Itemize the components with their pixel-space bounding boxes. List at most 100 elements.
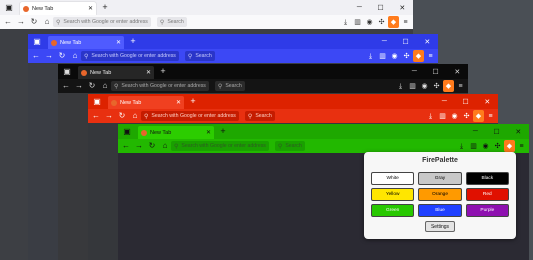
firepalette-icon[interactable]: ◆	[388, 16, 399, 28]
url-bar[interactable]: ⚲ Search with Google or enter address	[53, 17, 151, 27]
home-icon[interactable]: ⌂	[129, 110, 141, 122]
menu-icon[interactable]: ≡	[516, 140, 527, 152]
home-icon[interactable]: ⌂	[41, 16, 53, 28]
library-icon[interactable]: ▥	[407, 80, 418, 92]
new-tab-icon[interactable]: +	[187, 96, 199, 108]
menu-icon[interactable]: ≡	[455, 80, 466, 92]
account-icon[interactable]: ◉	[364, 16, 375, 28]
forward-icon[interactable]: →	[15, 16, 27, 28]
library-icon[interactable]: ▥	[377, 50, 388, 62]
tab-new-tab[interactable]: New Tab ✕	[48, 36, 124, 49]
tabs-list-icon[interactable]: ▣	[120, 126, 134, 138]
close-icon[interactable]: ✕	[424, 38, 430, 46]
reload-icon[interactable]: ↻	[28, 16, 40, 28]
close-icon[interactable]: ✕	[399, 4, 405, 12]
home-icon[interactable]: ⌂	[159, 140, 171, 152]
download-icon[interactable]: ⤓	[456, 140, 467, 152]
back-icon[interactable]: ←	[60, 80, 72, 92]
close-icon[interactable]: ✕	[454, 68, 460, 76]
close-icon[interactable]: ✕	[484, 98, 490, 106]
home-icon[interactable]: ⌂	[99, 80, 111, 92]
tab-new-tab[interactable]: New Tab ✕	[138, 126, 214, 139]
maximize-icon[interactable]: ☐	[493, 128, 499, 136]
tabs-list-icon[interactable]: ▣	[2, 2, 16, 14]
new-tab-icon[interactable]: +	[99, 2, 111, 14]
url-bar[interactable]: ⚲ Search with Google or enter address	[81, 51, 179, 61]
color-button-purple[interactable]: Purple	[465, 204, 509, 217]
tabs-list-icon[interactable]: ▣	[90, 96, 104, 108]
home-icon[interactable]: ⌂	[69, 50, 81, 62]
reload-icon[interactable]: ↻	[56, 50, 68, 62]
tab-new-tab[interactable]: New Tab ✕	[78, 66, 154, 79]
close-tab-icon[interactable]: ✕	[176, 99, 181, 106]
color-button-yellow[interactable]: Yellow	[371, 188, 415, 201]
color-button-white[interactable]: White	[371, 172, 415, 185]
firepalette-icon[interactable]: ◆	[443, 80, 454, 92]
color-button-blue[interactable]: Blue	[418, 204, 462, 217]
forward-icon[interactable]: →	[133, 140, 145, 152]
reload-icon[interactable]: ↻	[116, 110, 128, 122]
library-icon[interactable]: ▥	[468, 140, 479, 152]
search-box[interactable]: ⚲ Search	[156, 17, 187, 27]
tabs-list-icon[interactable]: ▣	[60, 66, 74, 78]
tabs-list-icon[interactable]: ▣	[30, 36, 44, 48]
new-tab-icon[interactable]: +	[127, 36, 139, 48]
maximize-icon[interactable]: ☐	[402, 38, 408, 46]
menu-icon[interactable]: ≡	[425, 50, 436, 62]
close-icon[interactable]: ✕	[515, 128, 521, 136]
color-button-green[interactable]: Green	[371, 204, 415, 217]
maximize-icon[interactable]: ☐	[377, 4, 383, 12]
url-bar[interactable]: ⚲ Search with Google or enter address	[111, 81, 209, 91]
search-box[interactable]: ⚲ Search	[214, 81, 245, 91]
tab-new-tab[interactable]: New Tab ✕	[20, 2, 96, 15]
forward-icon[interactable]: →	[73, 80, 85, 92]
extension-icon[interactable]: ✣	[401, 50, 412, 62]
library-icon[interactable]: ▥	[437, 110, 448, 122]
menu-icon[interactable]: ≡	[485, 110, 496, 122]
tab-new-tab[interactable]: New Tab ✕	[108, 96, 184, 109]
close-tab-icon[interactable]: ✕	[116, 39, 121, 46]
download-icon[interactable]: ⤓	[340, 16, 351, 28]
firepalette-icon[interactable]: ◆	[473, 110, 484, 122]
library-icon[interactable]: ▥	[352, 16, 363, 28]
forward-icon[interactable]: →	[103, 110, 115, 122]
account-icon[interactable]: ◉	[480, 140, 491, 152]
url-bar[interactable]: ⚲ Search with Google or enter address	[141, 111, 239, 121]
reload-icon[interactable]: ↻	[86, 80, 98, 92]
new-tab-icon[interactable]: +	[217, 126, 229, 138]
new-tab-icon[interactable]: +	[157, 66, 169, 78]
extension-icon[interactable]: ✣	[461, 110, 472, 122]
color-button-black[interactable]: Black	[465, 172, 509, 185]
url-bar[interactable]: ⚲ Search with Google or enter address	[171, 141, 269, 151]
account-icon[interactable]: ◉	[419, 80, 430, 92]
color-button-gray[interactable]: Gray	[418, 172, 462, 185]
minimize-icon[interactable]: ─	[412, 68, 417, 76]
firepalette-icon[interactable]: ◆	[413, 50, 424, 62]
download-icon[interactable]: ⤓	[365, 50, 376, 62]
close-tab-icon[interactable]: ✕	[206, 129, 211, 136]
firepalette-icon[interactable]: ◆	[504, 140, 515, 152]
color-button-red[interactable]: Red	[465, 188, 509, 201]
close-tab-icon[interactable]: ✕	[146, 69, 151, 76]
search-box[interactable]: ⚲ Search	[184, 51, 215, 61]
minimize-icon[interactable]: ─	[442, 98, 447, 106]
back-icon[interactable]: ←	[90, 110, 102, 122]
minimize-icon[interactable]: ─	[382, 38, 387, 46]
reload-icon[interactable]: ↻	[146, 140, 158, 152]
extension-icon[interactable]: ✣	[431, 80, 442, 92]
download-icon[interactable]: ⤓	[425, 110, 436, 122]
settings-button[interactable]: Settings	[425, 221, 455, 232]
forward-icon[interactable]: →	[43, 50, 55, 62]
account-icon[interactable]: ◉	[389, 50, 400, 62]
menu-icon[interactable]: ≡	[400, 16, 411, 28]
account-icon[interactable]: ◉	[449, 110, 460, 122]
search-box[interactable]: ⚲ Search	[244, 111, 275, 121]
minimize-icon[interactable]: ─	[357, 4, 362, 12]
back-icon[interactable]: ←	[30, 50, 42, 62]
color-button-orange[interactable]: Orange	[418, 188, 462, 201]
maximize-icon[interactable]: ☐	[462, 98, 468, 106]
back-icon[interactable]: ←	[120, 140, 132, 152]
search-box[interactable]: ⚲ Search	[274, 141, 305, 151]
back-icon[interactable]: ←	[2, 16, 14, 28]
close-tab-icon[interactable]: ✕	[88, 5, 93, 12]
